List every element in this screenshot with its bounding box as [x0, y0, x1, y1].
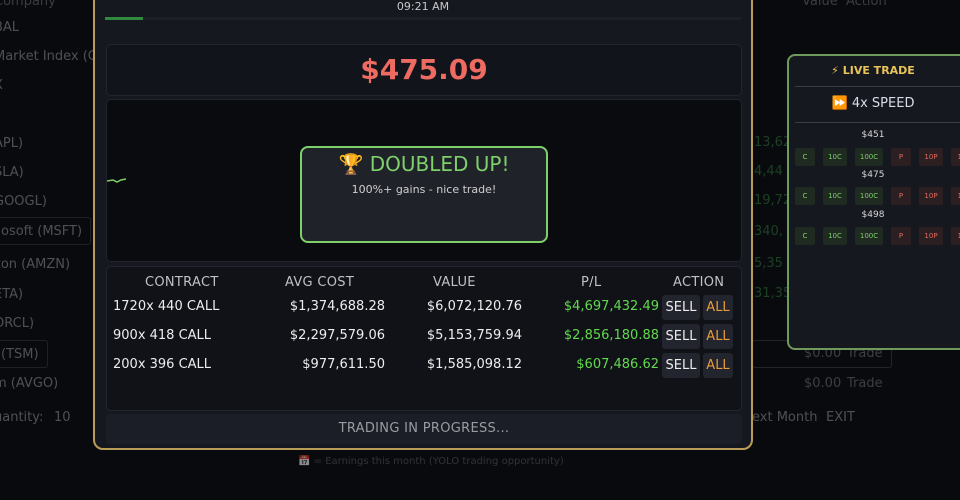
price-display: $475.09	[106, 44, 742, 96]
value-cell: $1,585,098.12	[426, 357, 522, 372]
time-progress-bar	[105, 17, 741, 20]
table-row: 1720x 440 CALL $1,374,688.28 $6,072,120.…	[107, 295, 743, 321]
sell-button[interactable]: SELL	[662, 324, 700, 349]
positions-table: CONTRACT AVG COST VALUE P/L ACTION 1720x…	[106, 266, 742, 411]
buy-100-calls-chip[interactable]: 100C	[855, 227, 883, 245]
sell-all-button[interactable]: ALL	[703, 295, 733, 320]
strike-price: $498	[861, 210, 885, 220]
buy-call-chip[interactable]: C	[795, 187, 815, 205]
buy-10-calls-chip[interactable]: 10C	[823, 148, 847, 166]
buy-puts-chip-partial[interactable]: 10	[951, 187, 960, 205]
sell-button[interactable]: SELL	[662, 295, 700, 320]
contract-cell: 200x 396 CALL	[113, 357, 212, 372]
buy-10-puts-chip[interactable]: 10P	[919, 227, 943, 245]
buy-put-chip[interactable]: P	[891, 227, 911, 245]
value-cell: $5,153,759.94	[426, 328, 522, 343]
column-header-pl: P/L	[581, 275, 602, 290]
price-line	[107, 178, 127, 183]
game-clock: 09:21 AM	[396, 0, 450, 13]
sell-all-button[interactable]: ALL	[703, 324, 733, 349]
buy-10-calls-chip[interactable]: 10C	[823, 227, 847, 245]
table-row: 200x 396 CALL $977,611.50 $1,585,098.12 …	[107, 353, 743, 379]
contract-cell: 1720x 440 CALL	[113, 299, 220, 314]
pl-cell: $2,856,180.88	[563, 328, 659, 343]
buy-puts-chip-partial[interactable]: 10	[951, 148, 960, 166]
buy-call-chip[interactable]: C	[795, 227, 815, 245]
strike-price: $475	[861, 170, 885, 180]
avg-cost-cell: $977,611.50	[302, 357, 385, 372]
buy-put-chip[interactable]: P	[891, 148, 911, 166]
doubled-up-popup: 🏆 DOUBLED UP! 100%+ gains - nice trade!	[300, 146, 548, 243]
avg-cost-cell: $2,297,579.06	[289, 328, 385, 343]
buy-100-calls-chip[interactable]: 100C	[855, 187, 883, 205]
sell-button[interactable]: SELL	[662, 353, 700, 378]
buy-10-calls-chip[interactable]: 10C	[823, 187, 847, 205]
live-trade-title: ⚡ LIVE TRADE	[831, 64, 915, 77]
divider	[795, 122, 960, 123]
sell-all-button[interactable]: ALL	[703, 353, 733, 378]
contract-cell: 900x 418 CALL	[113, 328, 212, 343]
time-progress-fill	[105, 17, 144, 20]
buy-puts-chip-partial[interactable]: 10	[951, 227, 960, 245]
column-header-avg-cost: AVG COST	[285, 275, 355, 290]
pl-cell: $607,486.62	[576, 357, 659, 372]
speed-button[interactable]: ⏩ 4x SPEED	[789, 96, 957, 111]
live-trade-panel: ⚡ LIVE TRADE ⏩ 4x SPEED $451 C 10C 100C …	[787, 54, 960, 350]
trading-modal: 09:21 AM $475.09 🏆 DOUBLED UP! 100%+ gai…	[93, 0, 753, 450]
value-cell: $6,072,120.76	[426, 299, 522, 314]
buy-10-puts-chip[interactable]: 10P	[919, 187, 943, 205]
column-header-action: ACTION	[673, 275, 725, 290]
column-header-contract: CONTRACT	[145, 275, 219, 290]
avg-cost-cell: $1,374,688.28	[289, 299, 385, 314]
buy-put-chip[interactable]: P	[891, 187, 911, 205]
column-header-value: VALUE	[433, 275, 476, 290]
trading-status: TRADING IN PROGRESS...	[106, 414, 742, 444]
buy-100-calls-chip[interactable]: 100C	[855, 148, 883, 166]
divider	[795, 86, 960, 87]
table-row: 900x 418 CALL $2,297,579.06 $5,153,759.9…	[107, 324, 743, 350]
strike-price: $451	[861, 130, 885, 140]
popup-title: 🏆 DOUBLED UP!	[338, 152, 510, 176]
buy-10-puts-chip[interactable]: 10P	[919, 148, 943, 166]
popup-subtitle: 100%+ gains - nice trade!	[351, 183, 497, 196]
buy-call-chip[interactable]: C	[795, 148, 815, 166]
current-price: $475.09	[360, 53, 488, 86]
pl-cell: $4,697,432.49	[563, 299, 659, 314]
